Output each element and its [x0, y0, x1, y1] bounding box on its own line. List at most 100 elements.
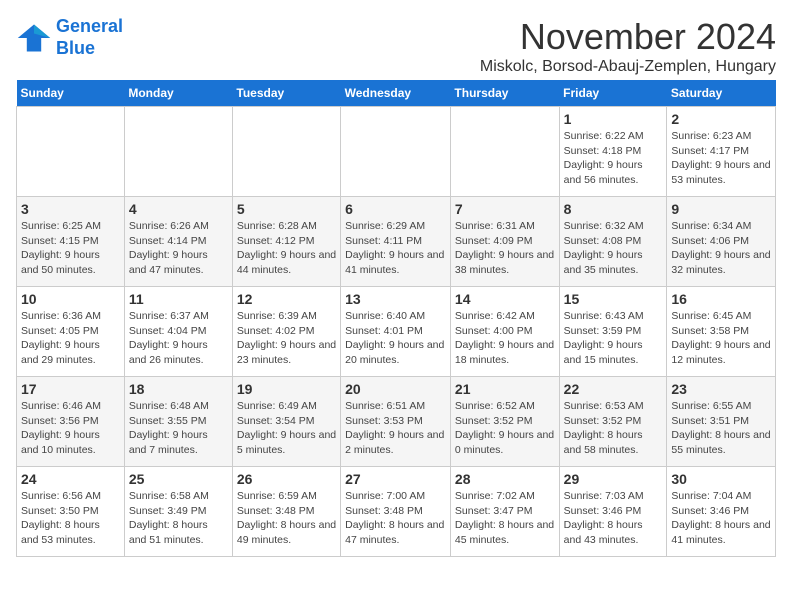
- day-number: 9: [671, 201, 771, 217]
- calendar-cell: [450, 107, 559, 197]
- day-info: Sunrise: 6:48 AM Sunset: 3:55 PM Dayligh…: [129, 399, 228, 458]
- calendar-header-row: SundayMondayTuesdayWednesdayThursdayFrid…: [17, 80, 776, 107]
- day-info: Sunrise: 7:00 AM Sunset: 3:48 PM Dayligh…: [345, 489, 446, 548]
- calendar-cell: [232, 107, 340, 197]
- calendar-cell: 22 Sunrise: 6:53 AM Sunset: 3:52 PM Dayli…: [559, 377, 667, 467]
- calendar-cell: 28Sunrise: 7:02 AM Sunset: 3:47 PM Dayli…: [450, 467, 559, 557]
- day-info: Sunrise: 6:28 AM Sunset: 4:12 PM Dayligh…: [237, 219, 336, 278]
- day-info: Sunrise: 6:39 AM Sunset: 4:02 PM Dayligh…: [237, 309, 336, 368]
- calendar-cell: [341, 107, 451, 197]
- day-number: 21: [455, 381, 555, 397]
- day-info: Sunrise: 6:26 AM Sunset: 4:14 PM Dayligh…: [129, 219, 228, 278]
- day-number: 6: [345, 201, 446, 217]
- calendar-table: SundayMondayTuesdayWednesdayThursdayFrid…: [16, 80, 776, 557]
- day-number: 19: [237, 381, 336, 397]
- calendar-week-row: 17 Sunrise: 6:46 AM Sunset: 3:56 PM Dayli…: [17, 377, 776, 467]
- calendar-cell: 13 Sunrise: 6:40 AM Sunset: 4:01 PM Dayli…: [341, 287, 451, 377]
- day-info: Sunrise: 6:59 AM Sunset: 3:48 PM Dayligh…: [237, 489, 336, 548]
- day-info: Sunrise: 6:45 AM Sunset: 3:58 PM Dayligh…: [671, 309, 771, 368]
- day-info: Sunrise: 6:56 AM Sunset: 3:50 PM Dayligh…: [21, 489, 120, 548]
- calendar-cell: 17 Sunrise: 6:46 AM Sunset: 3:56 PM Dayli…: [17, 377, 125, 467]
- day-info: Sunrise: 6:31 AM Sunset: 4:09 PM Dayligh…: [455, 219, 555, 278]
- calendar-cell: 19 Sunrise: 6:49 AM Sunset: 3:54 PM Dayli…: [232, 377, 340, 467]
- day-info: Sunrise: 6:52 AM Sunset: 3:52 PM Dayligh…: [455, 399, 555, 458]
- page-subtitle: Miskolc, Borsod-Abauj-Zemplen, Hungary: [480, 58, 776, 76]
- day-number: 10: [21, 291, 120, 307]
- day-info: Sunrise: 6:36 AM Sunset: 4:05 PM Dayligh…: [21, 309, 120, 368]
- calendar-cell: 25 Sunrise: 6:58 AM Sunset: 3:49 PM Dayli…: [124, 467, 232, 557]
- day-number: 11: [129, 291, 228, 307]
- calendar-body: 1 Sunrise: 6:22 AM Sunset: 4:18 PM Daylig…: [17, 107, 776, 557]
- calendar-cell: 18Sunrise: 6:48 AM Sunset: 3:55 PM Dayli…: [124, 377, 232, 467]
- header: General Blue November 2024 Miskolc, Bors…: [16, 16, 776, 76]
- day-number: 14: [455, 291, 555, 307]
- weekday-header-wednesday: Wednesday: [341, 80, 451, 107]
- day-number: 8: [564, 201, 663, 217]
- day-number: 7: [455, 201, 555, 217]
- day-info: Sunrise: 6:22 AM Sunset: 4:18 PM Dayligh…: [564, 129, 663, 188]
- calendar-week-row: 10 Sunrise: 6:36 AM Sunset: 4:05 PM Dayli…: [17, 287, 776, 377]
- day-number: 24: [21, 471, 120, 487]
- day-info: Sunrise: 7:04 AM Sunset: 3:46 PM Dayligh…: [671, 489, 771, 548]
- calendar-cell: 4 Sunrise: 6:26 AM Sunset: 4:14 PM Daylig…: [124, 197, 232, 287]
- calendar-cell: 20 Sunrise: 6:51 AM Sunset: 3:53 PM Dayli…: [341, 377, 451, 467]
- day-number: 13: [345, 291, 446, 307]
- weekday-header-tuesday: Tuesday: [232, 80, 340, 107]
- weekday-header-thursday: Thursday: [450, 80, 559, 107]
- day-info: Sunrise: 6:29 AM Sunset: 4:11 PM Dayligh…: [345, 219, 446, 278]
- calendar-cell: 3Sunrise: 6:25 AM Sunset: 4:15 PM Daylig…: [17, 197, 125, 287]
- calendar-cell: 15 Sunrise: 6:43 AM Sunset: 3:59 PM Dayli…: [559, 287, 667, 377]
- weekday-header-sunday: Sunday: [17, 80, 125, 107]
- weekday-header-saturday: Saturday: [667, 80, 776, 107]
- day-number: 5: [237, 201, 336, 217]
- calendar-cell: [17, 107, 125, 197]
- calendar-cell: 12 Sunrise: 6:39 AM Sunset: 4:02 PM Dayli…: [232, 287, 340, 377]
- day-number: 4: [129, 201, 228, 217]
- calendar-cell: 21 Sunrise: 6:52 AM Sunset: 3:52 PM Dayli…: [450, 377, 559, 467]
- weekday-header-monday: Monday: [124, 80, 232, 107]
- weekday-header-friday: Friday: [559, 80, 667, 107]
- day-number: 27: [345, 471, 446, 487]
- calendar-cell: 8 Sunrise: 6:32 AM Sunset: 4:08 PM Daylig…: [559, 197, 667, 287]
- day-number: 26: [237, 471, 336, 487]
- day-number: 16: [671, 291, 771, 307]
- day-info: Sunrise: 6:55 AM Sunset: 3:51 PM Dayligh…: [671, 399, 771, 458]
- day-number: 22: [564, 381, 663, 397]
- calendar-cell: 16 Sunrise: 6:45 AM Sunset: 3:58 PM Dayli…: [667, 287, 776, 377]
- day-number: 12: [237, 291, 336, 307]
- calendar-cell: 14 Sunrise: 6:42 AM Sunset: 4:00 PM Dayli…: [450, 287, 559, 377]
- day-number: 17: [21, 381, 120, 397]
- day-info: Sunrise: 6:58 AM Sunset: 3:49 PM Dayligh…: [129, 489, 228, 548]
- calendar-cell: 23 Sunrise: 6:55 AM Sunset: 3:51 PM Dayli…: [667, 377, 776, 467]
- day-number: 2: [671, 111, 771, 127]
- logo: General Blue: [16, 16, 123, 59]
- calendar-cell: 27 Sunrise: 7:00 AM Sunset: 3:48 PM Dayli…: [341, 467, 451, 557]
- calendar-cell: 2 Sunrise: 6:23 AM Sunset: 4:17 PM Daylig…: [667, 107, 776, 197]
- calendar-week-row: 1 Sunrise: 6:22 AM Sunset: 4:18 PM Daylig…: [17, 107, 776, 197]
- day-info: Sunrise: 7:03 AM Sunset: 3:46 PM Dayligh…: [564, 489, 663, 548]
- day-number: 23: [671, 381, 771, 397]
- day-number: 1: [564, 111, 663, 127]
- day-number: 25: [129, 471, 228, 487]
- logo-icon: [16, 20, 52, 56]
- day-number: 29: [564, 471, 663, 487]
- day-info: Sunrise: 6:40 AM Sunset: 4:01 PM Dayligh…: [345, 309, 446, 368]
- calendar-week-row: 3Sunrise: 6:25 AM Sunset: 4:15 PM Daylig…: [17, 197, 776, 287]
- day-info: Sunrise: 6:51 AM Sunset: 3:53 PM Dayligh…: [345, 399, 446, 458]
- day-info: Sunrise: 6:23 AM Sunset: 4:17 PM Dayligh…: [671, 129, 771, 188]
- calendar-cell: 10 Sunrise: 6:36 AM Sunset: 4:05 PM Dayli…: [17, 287, 125, 377]
- day-number: 15: [564, 291, 663, 307]
- day-info: Sunrise: 6:32 AM Sunset: 4:08 PM Dayligh…: [564, 219, 663, 278]
- day-info: Sunrise: 6:43 AM Sunset: 3:59 PM Dayligh…: [564, 309, 663, 368]
- calendar-cell: 30Sunrise: 7:04 AM Sunset: 3:46 PM Dayli…: [667, 467, 776, 557]
- day-info: Sunrise: 6:53 AM Sunset: 3:52 PM Dayligh…: [564, 399, 663, 458]
- calendar-cell: 9Sunrise: 6:34 AM Sunset: 4:06 PM Daylig…: [667, 197, 776, 287]
- day-number: 3: [21, 201, 120, 217]
- day-number: 20: [345, 381, 446, 397]
- calendar-cell: 7 Sunrise: 6:31 AM Sunset: 4:09 PM Daylig…: [450, 197, 559, 287]
- day-info: Sunrise: 6:49 AM Sunset: 3:54 PM Dayligh…: [237, 399, 336, 458]
- calendar-cell: 5 Sunrise: 6:28 AM Sunset: 4:12 PM Daylig…: [232, 197, 340, 287]
- calendar-cell: 24 Sunrise: 6:56 AM Sunset: 3:50 PM Dayli…: [17, 467, 125, 557]
- day-info: Sunrise: 6:46 AM Sunset: 3:56 PM Dayligh…: [21, 399, 120, 458]
- day-info: Sunrise: 6:42 AM Sunset: 4:00 PM Dayligh…: [455, 309, 555, 368]
